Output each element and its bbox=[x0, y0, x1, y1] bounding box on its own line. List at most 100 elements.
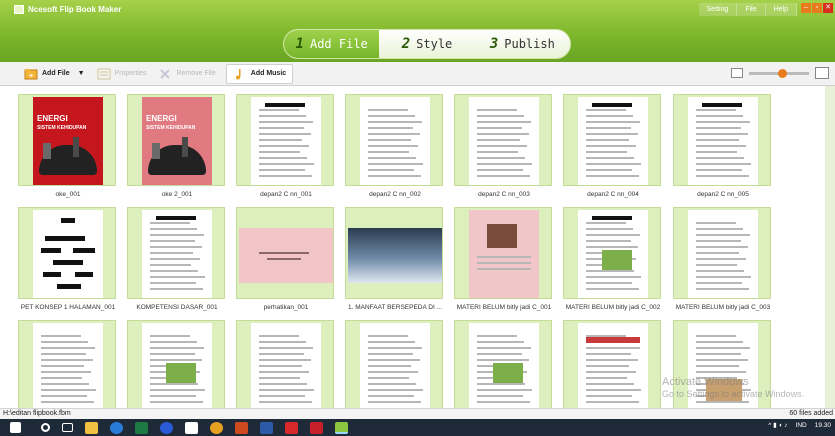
page-preview: ENERGI SISTEM KEHIDUPAN bbox=[33, 97, 103, 185]
thumbnail-caption: oke 2_001 bbox=[161, 191, 193, 198]
properties-button[interactable]: Properties bbox=[91, 64, 153, 84]
thumbnail-caption: depan2 C nn_002 bbox=[369, 191, 421, 198]
menu-file[interactable]: File bbox=[737, 3, 766, 16]
watermark-line-2: Go to Settings to activate Windows. bbox=[662, 389, 805, 399]
task-view-icon[interactable] bbox=[62, 423, 73, 432]
zoom-slider[interactable] bbox=[749, 68, 809, 78]
tray-language[interactable]: IND bbox=[796, 422, 807, 429]
cover-title-line-1: ENERGI bbox=[37, 114, 68, 123]
powerpoint-icon[interactable] bbox=[235, 421, 248, 434]
thumbnail-caption: depan2 C nn_005 bbox=[697, 191, 749, 198]
music-note-icon bbox=[235, 68, 241, 79]
start-icon[interactable] bbox=[10, 422, 21, 433]
acrobat-icon[interactable] bbox=[310, 421, 323, 434]
page-preview bbox=[688, 210, 758, 298]
thumbnail-frame[interactable] bbox=[18, 207, 116, 299]
thumbnail-caption: PET KONSEP 1 HALAMAN_001 bbox=[20, 304, 116, 311]
page-preview bbox=[578, 323, 648, 408]
thumbnail-frame[interactable] bbox=[673, 207, 771, 299]
page-preview bbox=[578, 97, 648, 185]
status-bar: H:\editan flipbook.fbm 60 files added bbox=[0, 408, 835, 419]
watermark-line-1: Activate Windows bbox=[662, 376, 749, 388]
tray-clock[interactable]: 19.30 bbox=[815, 422, 831, 429]
remove-file-button[interactable]: Remove File bbox=[152, 64, 221, 84]
thumbnail-frame[interactable] bbox=[236, 94, 334, 186]
toolbar: + Add File ▼ Properties Remove File Add … bbox=[0, 62, 835, 86]
cover-title-line-2: SISTEM KEHIDUPAN bbox=[37, 125, 87, 131]
page-preview bbox=[348, 228, 442, 283]
add-file-button[interactable]: + Add File ▼ bbox=[18, 64, 91, 84]
search-icon[interactable] bbox=[41, 423, 50, 432]
thumbnail-frame[interactable] bbox=[563, 320, 661, 408]
thumbnail-frame[interactable] bbox=[236, 320, 334, 408]
minimize-icon[interactable]: – bbox=[801, 3, 811, 13]
menu-help[interactable]: Help bbox=[765, 3, 797, 16]
chevron-down-icon[interactable]: ▼ bbox=[78, 70, 85, 77]
thumbnail-frame[interactable] bbox=[673, 94, 771, 186]
cover-title-line-1: ENERGI bbox=[146, 114, 177, 123]
step-number: 3 bbox=[489, 36, 499, 52]
tab-add-file[interactable]: 1 Add File bbox=[284, 30, 380, 58]
menu-setting[interactable]: Setting bbox=[698, 3, 738, 16]
vertical-scrollbar[interactable] bbox=[825, 86, 835, 408]
cover-title: ENERGI SISTEM KEHIDUPAN bbox=[37, 115, 86, 132]
step-label: Style bbox=[416, 37, 453, 51]
add-music-label: Add Music bbox=[250, 70, 287, 77]
window-controls: – ▫ ✕ bbox=[801, 3, 833, 13]
properties-icon bbox=[97, 68, 111, 79]
cover-title: ENERGI SISTEM KEHIDUPAN bbox=[146, 115, 195, 132]
pdf-tool-icon[interactable] bbox=[285, 421, 298, 434]
thumbnail-frame[interactable] bbox=[236, 207, 334, 299]
add-music-button[interactable]: Add Music bbox=[225, 63, 294, 84]
thumbnail-frame[interactable] bbox=[18, 320, 116, 408]
title-bar: Ncesoft Flip Book Maker Setting File Hel… bbox=[0, 0, 835, 62]
page-preview bbox=[239, 228, 333, 283]
page-preview bbox=[578, 210, 648, 298]
tab-publish[interactable]: 3 Publish bbox=[475, 30, 570, 58]
activation-watermark: Activate Windows Go to Settings to activ… bbox=[662, 376, 804, 400]
zoom-control bbox=[731, 67, 829, 79]
page-preview bbox=[33, 323, 103, 408]
properties-label: Properties bbox=[114, 70, 147, 77]
step-number: 2 bbox=[401, 36, 411, 52]
page-preview bbox=[469, 323, 539, 408]
edge-icon[interactable] bbox=[110, 421, 123, 434]
thumbnail-frame[interactable] bbox=[127, 207, 225, 299]
thumbnail-frame[interactable] bbox=[127, 320, 225, 408]
zoom-out-icon[interactable] bbox=[731, 68, 743, 78]
add-file-label: Add File bbox=[42, 70, 70, 77]
file-explorer-icon[interactable] bbox=[85, 421, 98, 434]
windows-taskbar: ^ ▮ ◖ ♪ IND 19.30 bbox=[0, 419, 835, 436]
word-icon[interactable] bbox=[260, 421, 273, 434]
thumbnail-frame[interactable] bbox=[454, 320, 552, 408]
remove-file-label: Remove File bbox=[176, 70, 216, 77]
tray-icons[interactable]: ^ ▮ ◖ ♪ bbox=[768, 421, 787, 429]
zoom-in-icon[interactable] bbox=[815, 67, 829, 79]
thumbnail-frame[interactable] bbox=[563, 94, 661, 186]
page-preview bbox=[142, 210, 212, 298]
thumbnail-frame[interactable] bbox=[345, 94, 443, 186]
chrome-icon[interactable] bbox=[210, 421, 223, 434]
thumbnail-frame[interactable] bbox=[345, 320, 443, 408]
page-preview bbox=[469, 210, 539, 298]
app-logo-icon bbox=[14, 5, 24, 14]
thumbnail-frame[interactable] bbox=[345, 207, 443, 299]
page-preview: ENERGI SISTEM KEHIDUPAN bbox=[142, 97, 212, 185]
zoom-slider-thumb[interactable] bbox=[778, 68, 787, 78]
close-icon[interactable]: ✕ bbox=[823, 3, 833, 13]
thumbnail-frame[interactable] bbox=[454, 207, 552, 299]
thumbnail-frame[interactable] bbox=[454, 94, 552, 186]
restore-icon[interactable]: ▫ bbox=[812, 3, 822, 13]
step-tabs: 1 Add File 2 Style 3 Publish bbox=[283, 29, 571, 59]
excel-icon[interactable] bbox=[135, 421, 148, 434]
page-preview bbox=[251, 323, 321, 408]
system-tray: ^ ▮ ◖ ♪ IND 19.30 bbox=[768, 421, 831, 430]
page-preview bbox=[251, 97, 321, 185]
store-icon[interactable] bbox=[185, 421, 198, 434]
thumbnail-frame[interactable]: ENERGI SISTEM KEHIDUPAN bbox=[18, 94, 116, 186]
thumbnail-frame[interactable] bbox=[563, 207, 661, 299]
thumbnail-frame[interactable]: ENERGI SISTEM KEHIDUPAN bbox=[127, 94, 225, 186]
flipbook-app-icon[interactable] bbox=[335, 421, 348, 434]
media-icon[interactable] bbox=[160, 421, 173, 434]
tab-style[interactable]: 2 Style bbox=[379, 30, 474, 58]
